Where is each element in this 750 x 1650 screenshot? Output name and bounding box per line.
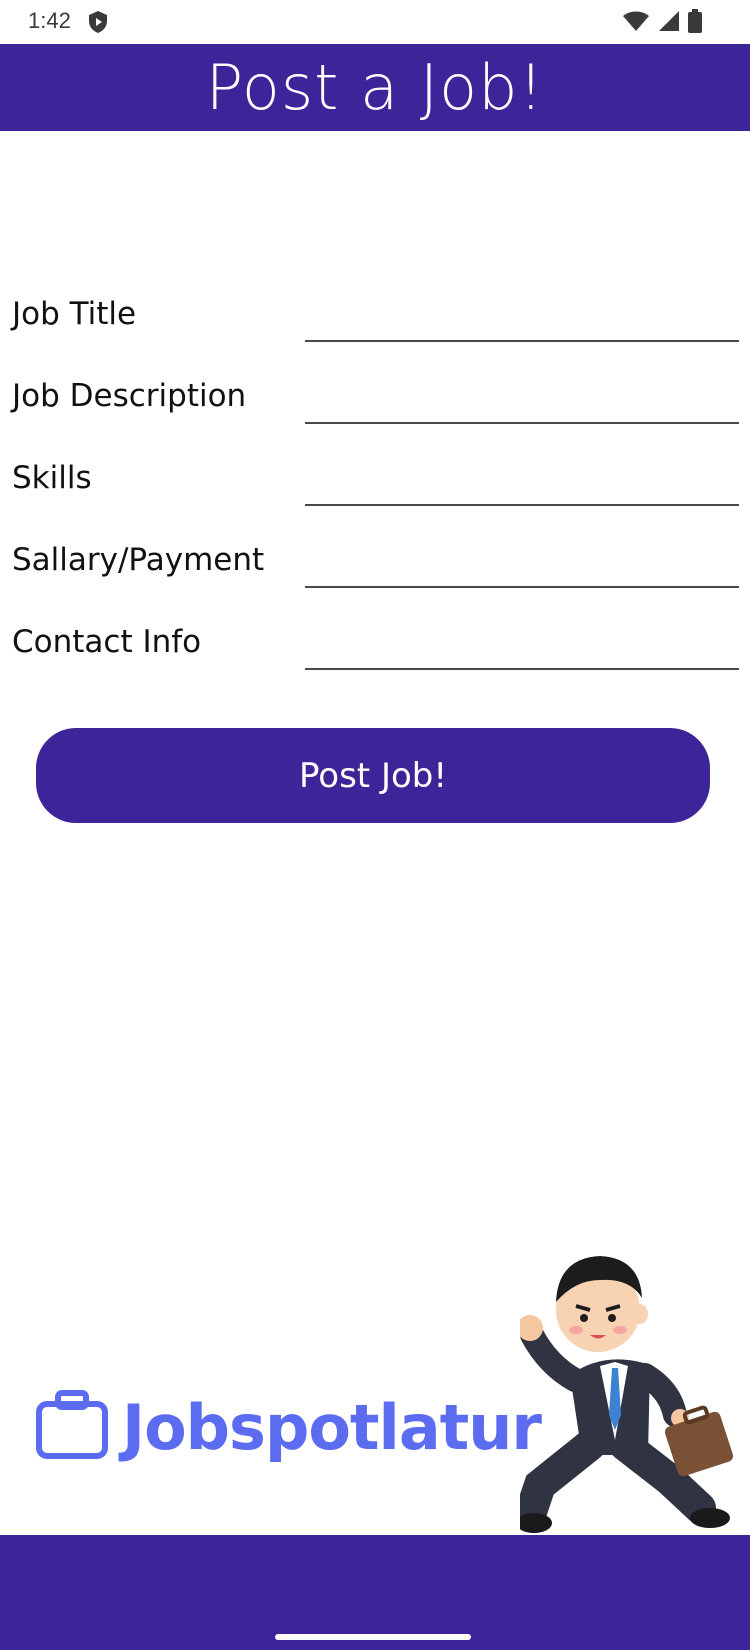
skills-input[interactable] (305, 446, 739, 506)
battery-icon (688, 9, 702, 37)
status-icons (622, 9, 702, 37)
job-title-row: Job Title (0, 270, 750, 352)
post-job-button[interactable]: Post Job! (36, 728, 710, 823)
skills-label: Skills (12, 460, 92, 496)
job-description-row: Job Description (0, 352, 750, 434)
briefcase-icon (36, 1390, 108, 1464)
job-description-input[interactable] (305, 364, 739, 424)
contact-info-label: Contact Info (12, 624, 202, 660)
page-title: Post a Job! (205, 51, 545, 124)
signal-icon (658, 10, 680, 36)
job-form: Job Title Job Description Skills Sallary… (0, 270, 750, 680)
home-indicator[interactable] (275, 1634, 471, 1640)
running-businessman-illustration (514, 1240, 750, 1539)
wifi-icon (622, 10, 650, 36)
job-description-label: Job Description (12, 378, 247, 414)
skills-row: Skills (0, 434, 750, 516)
status-bar: 1:42 (0, 0, 750, 44)
logo-text: Jobspotlatur (122, 1390, 542, 1464)
shield-icon (88, 10, 108, 38)
salary-row: Sallary/Payment (0, 516, 750, 598)
salary-label: Sallary/Payment (12, 542, 265, 578)
app-header: Post a Job! (0, 44, 750, 131)
job-title-input[interactable] (305, 282, 739, 342)
job-title-label: Job Title (12, 296, 137, 332)
salary-input[interactable] (305, 528, 739, 588)
contact-info-row: Contact Info (0, 598, 750, 680)
bottom-bar (0, 1535, 750, 1650)
status-time: 1:42 (28, 8, 71, 33)
brand-logo: Jobspotlatur (36, 1390, 542, 1464)
contact-info-input[interactable] (305, 610, 739, 670)
